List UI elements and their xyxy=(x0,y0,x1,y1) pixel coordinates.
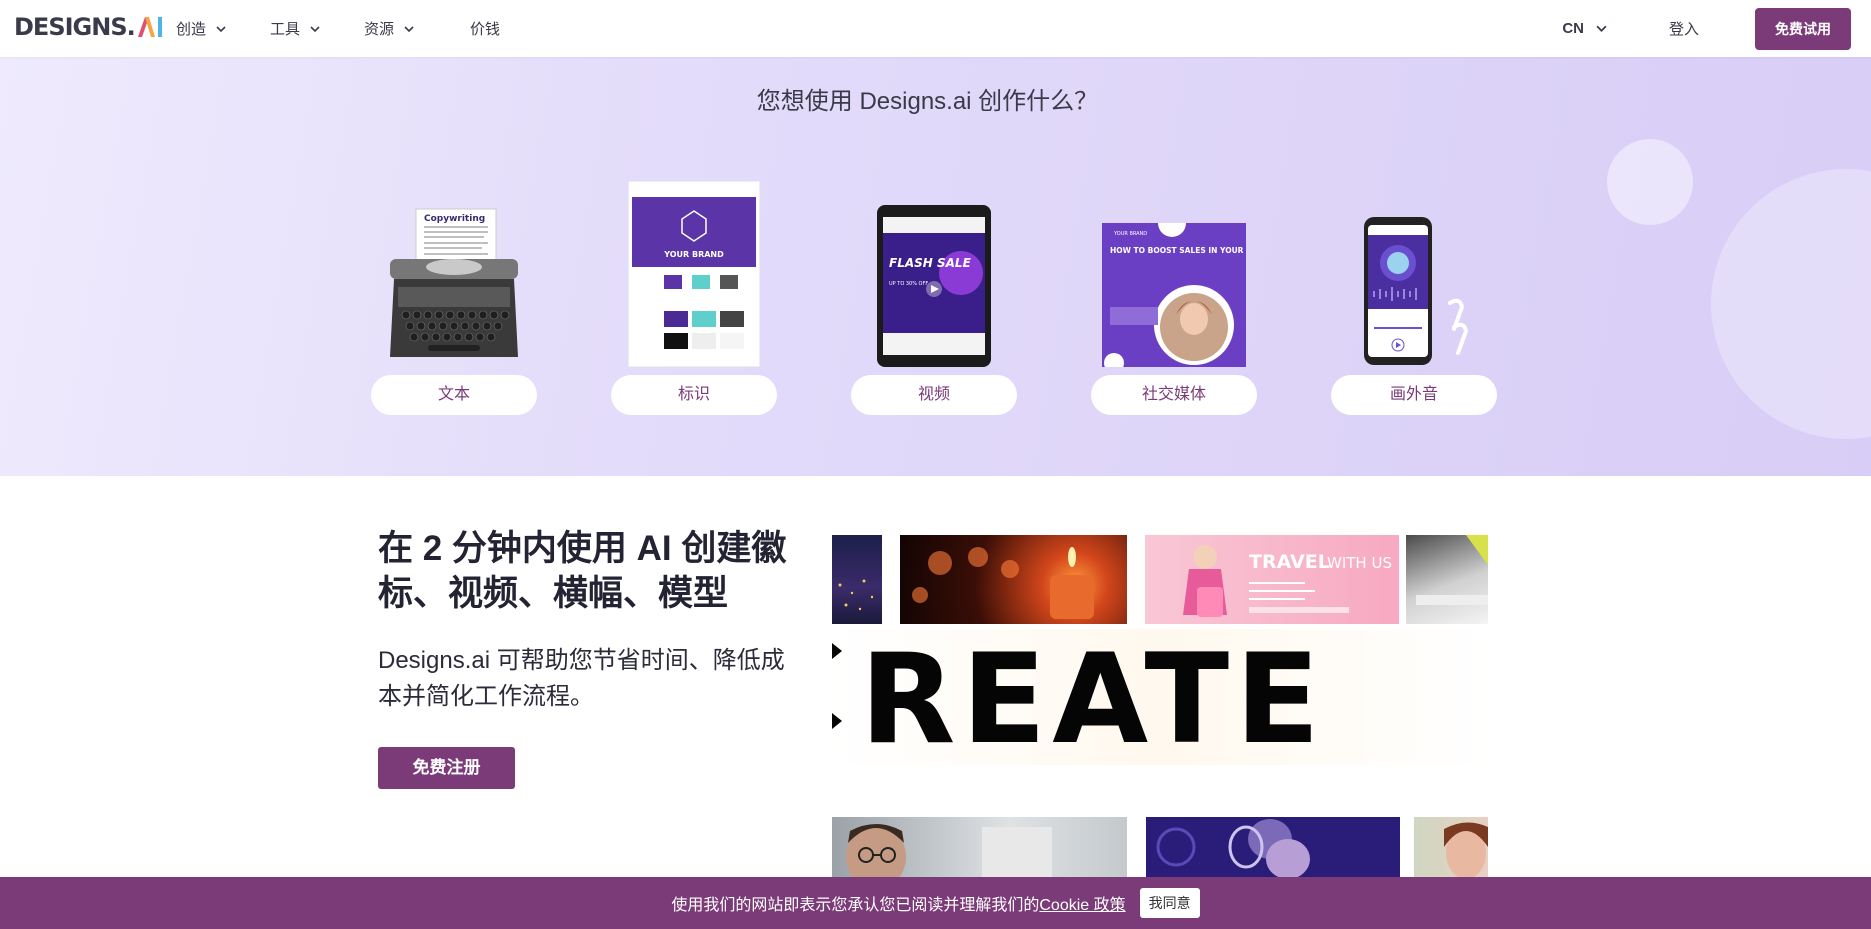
office-desk-image xyxy=(1406,535,1488,624)
candle-bokeh-graphic xyxy=(912,547,1094,619)
chevron-down-icon xyxy=(1596,25,1607,32)
doc-title: Copywriting xyxy=(424,214,485,224)
phone-icon xyxy=(1364,217,1469,365)
category-social-media[interactable]: YOUR BRAND HOW TO BOOST SALES IN YOUR SM… xyxy=(1091,177,1257,417)
category-label: 画外音 xyxy=(1331,375,1497,415)
social-post-illustration: YOUR BRAND HOW TO BOOST SALES IN YOUR SM… xyxy=(1091,177,1257,367)
language-selector[interactable]: CN xyxy=(1562,20,1607,37)
category-label: 视频 xyxy=(851,375,1017,415)
tennis-graphic xyxy=(1156,819,1310,877)
language-label: CN xyxy=(1562,20,1584,37)
main-nav: 创造 工具 资源 价钱 xyxy=(176,0,544,57)
create-word-band: REATE xyxy=(832,629,1488,765)
decorative-circle xyxy=(1607,139,1693,225)
video-subtext: UP TO 30% OFF xyxy=(889,281,928,287)
post-title: HOW TO BOOST SALES IN YOUR SMALL BUSINES… xyxy=(1110,246,1246,255)
brand-text: YOUR BRAND xyxy=(663,250,724,259)
hero-title: 您想使用 Designs.ai 创作什么？ xyxy=(756,88,1099,115)
category-label: 文本 xyxy=(371,375,537,415)
designs-ai-logo[interactable]: DESIGNS. xyxy=(14,13,166,41)
video-headline: FLASH SALE xyxy=(889,256,972,270)
decorative-circle xyxy=(1711,169,1871,439)
candle-image xyxy=(900,535,1127,624)
city-night-image xyxy=(832,535,882,624)
man-portrait-graphic xyxy=(846,824,1052,877)
cookie-text: 使用我们的网站即表示您承认您已阅读并理解我们的 xyxy=(671,897,1040,914)
phone-audio-illustration xyxy=(1331,177,1497,367)
nav-item-tools[interactable]: 工具 xyxy=(270,18,320,39)
category-text[interactable]: Copywriting 文本 xyxy=(371,177,537,417)
brand-guide-icon: YOUR BRAND xyxy=(628,181,760,367)
desk-graphic xyxy=(1416,535,1488,605)
typewriter-illustration: Copywriting xyxy=(371,177,537,367)
post-brand: YOUR BRAND xyxy=(1113,231,1147,237)
nav-label: 资源 xyxy=(364,21,395,38)
category-logo[interactable]: YOUR BRAND 标识 xyxy=(611,177,777,417)
cookie-agree-button[interactable]: 我同意 xyxy=(1139,888,1200,918)
logo-text: DESIGNS. xyxy=(14,13,136,41)
nav-item-pricing[interactable]: 价钱 xyxy=(470,18,500,39)
chevron-down-icon xyxy=(404,25,414,32)
category-label: 社交媒体 xyxy=(1091,375,1257,415)
free-signup-button[interactable]: 免费注册 xyxy=(378,747,515,789)
woman-portrait-graphic xyxy=(1444,822,1488,877)
category-video[interactable]: FLASH SALE UP TO 30% OFF 视频 xyxy=(851,177,1017,417)
travel-graphic: TRAVEL WITH US xyxy=(1183,545,1392,617)
nav-label: 创造 xyxy=(176,21,207,38)
cookie-consent-bar: 使用我们的网站即表示您承认您已阅读并理解我们的 Cookie 政策 我同意 xyxy=(0,877,1871,929)
main-description: Designs.ai 可帮助您节省时间、降低成本并简化工作流程。 xyxy=(378,647,785,710)
nav-label: 工具 xyxy=(270,21,301,38)
cookie-policy-link[interactable]: Cookie 政策 xyxy=(1039,891,1125,915)
category-label: 标识 xyxy=(611,375,777,415)
brand-guide-illustration: YOUR BRAND xyxy=(611,177,777,367)
social-post-icon: YOUR BRAND HOW TO BOOST SALES IN YOUR SM… xyxy=(1102,223,1246,367)
travel-banner-image: TRAVEL WITH US xyxy=(1145,535,1399,624)
nav-label: 价钱 xyxy=(470,21,501,38)
arrow-markers-icon xyxy=(832,643,842,729)
category-voiceover[interactable]: 画外音 xyxy=(1331,177,1497,417)
man-with-glasses-image xyxy=(832,817,1127,877)
typewriter-icon: Copywriting xyxy=(390,208,518,357)
create-collage: TRAVEL WITH US REATE xyxy=(832,535,1488,877)
hero-section: 您想使用 Designs.ai 创作什么？ Copywriting 文本 YOU… xyxy=(0,57,1871,476)
tablet-video-illustration: FLASH SALE UP TO 30% OFF xyxy=(851,177,1017,367)
travel-title: TRAVEL xyxy=(1249,551,1330,573)
main-heading: 在 2 分钟内使用 AI 创建徽标、视频、横幅、模型 xyxy=(378,529,787,613)
travel-title-2: WITH US xyxy=(1327,554,1392,572)
chevron-down-icon xyxy=(310,25,320,32)
logo-ai-icon xyxy=(137,17,162,37)
tennis-player-image xyxy=(1146,817,1400,877)
login-link[interactable]: 登入 xyxy=(1669,18,1699,39)
city-lights-graphic xyxy=(838,579,874,611)
chevron-down-icon xyxy=(216,25,226,32)
top-header: DESIGNS. 创造 工具 资源 价钱 CN 登入 免费试用 xyxy=(0,0,1871,57)
logo-ai-mark xyxy=(136,15,166,39)
nav-item-resources[interactable]: 资源 xyxy=(364,18,414,39)
free-trial-button[interactable]: 免费试用 xyxy=(1755,7,1851,50)
header-actions: CN 登入 免费试用 xyxy=(1562,0,1851,57)
tablet-icon: FLASH SALE UP TO 30% OFF xyxy=(877,205,991,367)
nav-item-create[interactable]: 创造 xyxy=(176,18,226,39)
woman-portrait-image xyxy=(1414,817,1488,877)
create-word: REATE xyxy=(860,628,1326,772)
